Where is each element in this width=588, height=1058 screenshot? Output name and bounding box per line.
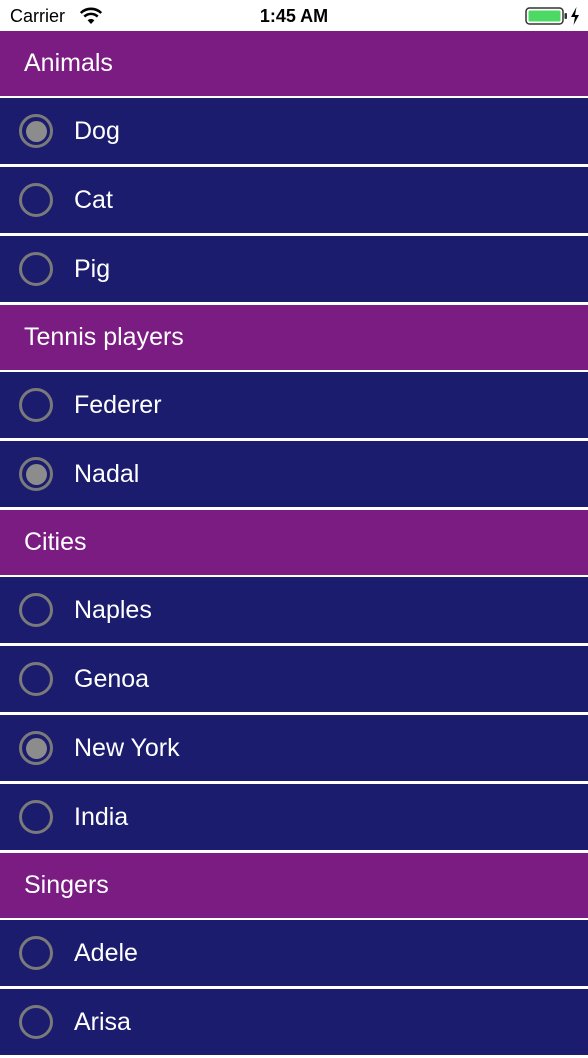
section-header: Tennis players bbox=[0, 305, 588, 372]
radio-dot-icon bbox=[25, 463, 47, 485]
radio-unselected-icon[interactable] bbox=[19, 388, 53, 422]
option-row[interactable]: Pig bbox=[0, 236, 588, 305]
option-label: New York bbox=[74, 733, 180, 762]
radio-selected-icon[interactable] bbox=[19, 731, 53, 765]
option-label: India bbox=[74, 802, 129, 831]
status-time: 1:45 AM bbox=[259, 6, 329, 26]
radio-dot-icon bbox=[25, 120, 47, 142]
option-row[interactable]: New York bbox=[0, 715, 588, 784]
option-label: Naples bbox=[74, 595, 152, 624]
option-row[interactable]: Genoa bbox=[0, 646, 588, 715]
radio-selected-icon[interactable] bbox=[19, 114, 53, 148]
radio-selected-icon[interactable] bbox=[19, 457, 53, 491]
radio-unselected-icon[interactable] bbox=[19, 252, 53, 286]
section-header: Cities bbox=[0, 510, 588, 577]
charging-bolt-icon bbox=[571, 7, 579, 25]
option-row[interactable]: Adele bbox=[0, 920, 588, 989]
section-header: Singers bbox=[0, 853, 588, 920]
radio-unselected-icon[interactable] bbox=[19, 1005, 53, 1039]
option-label: Cat bbox=[74, 185, 113, 214]
radio-unselected-icon[interactable] bbox=[19, 183, 53, 217]
option-row[interactable]: Cat bbox=[0, 167, 588, 236]
option-row[interactable]: Arisa bbox=[0, 989, 588, 1058]
option-row[interactable]: Federer bbox=[0, 372, 588, 441]
radio-unselected-icon[interactable] bbox=[19, 936, 53, 970]
option-label: Pig bbox=[74, 254, 111, 283]
battery-icon bbox=[525, 7, 567, 25]
radio-dot-icon bbox=[25, 737, 47, 759]
option-label: Genoa bbox=[74, 664, 150, 693]
grouped-radio-list: Animals Dog Cat Pig Tennis players Federer Nad… bbox=[0, 31, 588, 1058]
radio-unselected-icon[interactable] bbox=[19, 593, 53, 627]
option-label: Federer bbox=[74, 390, 162, 419]
option-row[interactable]: India bbox=[0, 784, 588, 853]
option-label: Dog bbox=[74, 116, 120, 145]
status-bar: Carrier 1:45 AM bbox=[0, 0, 588, 31]
option-row[interactable]: Nadal bbox=[0, 441, 588, 510]
option-label: Arisa bbox=[74, 1007, 131, 1036]
option-row[interactable]: Naples bbox=[0, 577, 588, 646]
section-header: Animals bbox=[0, 31, 588, 98]
radio-unselected-icon[interactable] bbox=[19, 800, 53, 834]
option-label: Adele bbox=[74, 938, 138, 967]
option-label: Nadal bbox=[74, 459, 140, 488]
radio-unselected-icon[interactable] bbox=[19, 662, 53, 696]
option-row[interactable]: Dog bbox=[0, 98, 588, 167]
